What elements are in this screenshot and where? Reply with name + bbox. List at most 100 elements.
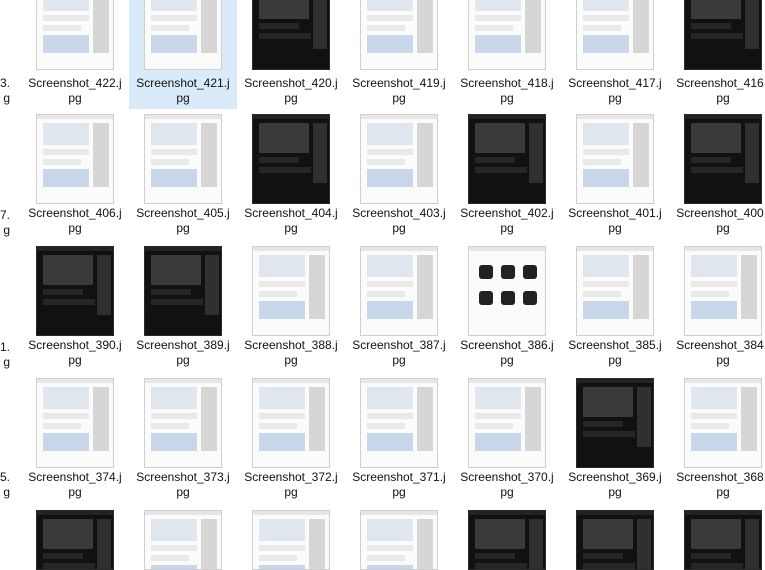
file-tile[interactable]: Screenshot_385.j pg bbox=[561, 242, 669, 370]
file-name-label-clipped: 3.jg bbox=[0, 76, 10, 105]
file-name-line1: Screenshot_370.j bbox=[460, 470, 554, 484]
file-name-line1: Screenshot_421.j bbox=[136, 76, 230, 90]
file-name-line1: Screenshot_372.j bbox=[244, 470, 338, 484]
file-thumbnail-image bbox=[36, 114, 114, 204]
file-thumbnail-image bbox=[144, 246, 222, 336]
file-name-line2: pg bbox=[716, 221, 730, 235]
file-name-label: Screenshot_405.j pg bbox=[129, 206, 237, 236]
file-thumbnail-image bbox=[684, 246, 762, 336]
file-tile[interactable]: Screenshot_421.j pg bbox=[129, 0, 237, 109]
file-name-label: Screenshot_387.j pg bbox=[345, 338, 453, 368]
file-thumbnail-image bbox=[576, 378, 654, 468]
file-name-line2: pg bbox=[284, 353, 298, 367]
file-name-line2: pg bbox=[608, 485, 622, 499]
file-tile[interactable]: Screenshot_402.j pg bbox=[453, 110, 561, 238]
file-tile[interactable]: Screenshot_389.j pg bbox=[129, 242, 237, 370]
file-thumbnail-image bbox=[252, 510, 330, 570]
file-tile[interactable]: Screenshot_422.j pg bbox=[21, 0, 129, 109]
file-tile[interactable]: Screenshot_404.j pg bbox=[237, 110, 345, 238]
file-tile[interactable]: Screenshot_372.j pg bbox=[237, 374, 345, 502]
file-name-label: Screenshot_406.j pg bbox=[21, 206, 129, 236]
file-name-line1: Screenshot_385.j bbox=[568, 338, 662, 352]
file-tile[interactable]: Screenshot_387.j pg bbox=[345, 242, 453, 370]
file-name-line1: Screenshot_384.j bbox=[676, 338, 765, 352]
file-tile[interactable]: Screenshot_386.j pg bbox=[453, 242, 561, 370]
file-name-line2: pg bbox=[284, 221, 298, 235]
file-thumbnail-image bbox=[468, 246, 546, 336]
file-name-line2: pg bbox=[716, 485, 730, 499]
file-tile[interactable] bbox=[453, 506, 561, 570]
file-name-label: Screenshot_371.j pg bbox=[345, 470, 453, 500]
file-tile[interactable]: Screenshot_373.j pg bbox=[129, 374, 237, 502]
file-thumbnail-image bbox=[468, 510, 546, 570]
file-thumbnail-image bbox=[252, 246, 330, 336]
file-tile[interactable]: Screenshot_420.j pg bbox=[237, 0, 345, 109]
file-tile[interactable] bbox=[345, 506, 453, 570]
file-tile[interactable]: Screenshot_368.j pg bbox=[669, 374, 765, 502]
file-name-line2: pg bbox=[608, 221, 622, 235]
file-name-line2: pg bbox=[68, 221, 82, 235]
file-name-line1: Screenshot_402.j bbox=[460, 206, 554, 220]
file-name-label: Screenshot_390.j pg bbox=[21, 338, 129, 368]
file-tile[interactable]: Screenshot_369.j pg bbox=[561, 374, 669, 502]
file-tile[interactable]: Screenshot_371.j pg bbox=[345, 374, 453, 502]
file-name-label: Screenshot_384.j pg bbox=[669, 338, 765, 368]
file-name-line1: Screenshot_418.j bbox=[460, 76, 554, 90]
file-thumbnail-image bbox=[576, 0, 654, 70]
file-name-label: Screenshot_385.j pg bbox=[561, 338, 669, 368]
file-name-line2: pg bbox=[392, 485, 406, 499]
file-tile[interactable] bbox=[561, 506, 669, 570]
file-name-label: Screenshot_418.j pg bbox=[453, 76, 561, 106]
file-name-line1: Screenshot_404.j bbox=[244, 206, 338, 220]
file-name-line1: Screenshot_419.j bbox=[352, 76, 446, 90]
file-tile[interactable]: Screenshot_403.j pg bbox=[345, 110, 453, 238]
file-tile[interactable]: Screenshot_374.j pg bbox=[21, 374, 129, 502]
file-name-label: Screenshot_420.j pg bbox=[237, 76, 345, 106]
file-name-line1: Screenshot_386.j bbox=[460, 338, 554, 352]
file-tile[interactable]: Screenshot_416.j pg bbox=[669, 0, 765, 109]
file-name-line1: Screenshot_369.j bbox=[568, 470, 662, 484]
file-tile[interactable]: Screenshot_370.j pg bbox=[453, 374, 561, 502]
file-tile[interactable] bbox=[237, 506, 345, 570]
file-thumbnail-image bbox=[684, 0, 762, 70]
file-thumbnail-image bbox=[468, 378, 546, 468]
file-tile[interactable] bbox=[669, 506, 765, 570]
file-tile[interactable]: Screenshot_419.j pg bbox=[345, 0, 453, 109]
file-name-label: Screenshot_416.j pg bbox=[669, 76, 765, 106]
file-thumbnail-image bbox=[360, 0, 438, 70]
file-tile[interactable]: Screenshot_406.j pg bbox=[21, 110, 129, 238]
file-tile[interactable]: Screenshot_418.j pg bbox=[453, 0, 561, 109]
file-name-line2: pg bbox=[608, 353, 622, 367]
file-tile[interactable]: Screenshot_405.j pg bbox=[129, 110, 237, 238]
file-thumbnail-image bbox=[252, 378, 330, 468]
file-name-line2: pg bbox=[176, 221, 190, 235]
file-thumbnail-image bbox=[144, 0, 222, 70]
file-name-line2: pg bbox=[392, 91, 406, 105]
file-tile[interactable] bbox=[129, 506, 237, 570]
file-thumbnail-image bbox=[576, 114, 654, 204]
file-tile[interactable]: Screenshot_401.j pg bbox=[561, 110, 669, 238]
file-thumbnail-image bbox=[36, 510, 114, 570]
file-name-label: Screenshot_369.j pg bbox=[561, 470, 669, 500]
file-name-line2: pg bbox=[500, 221, 514, 235]
file-tile[interactable]: Screenshot_384.j pg bbox=[669, 242, 765, 370]
file-thumbnail-image bbox=[684, 510, 762, 570]
file-thumbnail-image bbox=[360, 246, 438, 336]
file-thumbnail-image bbox=[36, 0, 114, 70]
file-name-label: Screenshot_422.j pg bbox=[21, 76, 129, 106]
file-name-line1: Screenshot_371.j bbox=[352, 470, 446, 484]
file-tile[interactable]: Screenshot_388.j pg bbox=[237, 242, 345, 370]
file-tile[interactable]: Screenshot_400.j pg bbox=[669, 110, 765, 238]
file-name-line1: Screenshot_416.j bbox=[676, 76, 765, 90]
file-tile[interactable] bbox=[21, 506, 129, 570]
file-name-label: Screenshot_402.j pg bbox=[453, 206, 561, 236]
file-thumbnail-image bbox=[252, 114, 330, 204]
file-name-line2: pg bbox=[176, 91, 190, 105]
file-tile[interactable]: Screenshot_390.j pg bbox=[21, 242, 129, 370]
file-name-label: Screenshot_373.j pg bbox=[129, 470, 237, 500]
file-tile[interactable]: Screenshot_417.j pg bbox=[561, 0, 669, 109]
file-name-line2: pg bbox=[176, 485, 190, 499]
file-name-line2: pg bbox=[500, 353, 514, 367]
file-name-line1: Screenshot_388.j bbox=[244, 338, 338, 352]
file-name-label-clipped: 5.jg bbox=[0, 470, 10, 499]
